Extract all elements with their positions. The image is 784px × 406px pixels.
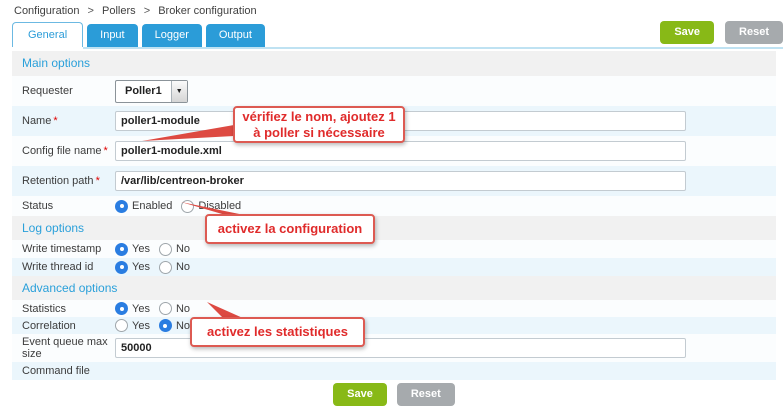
statistics-yes-radio[interactable] [115,302,128,315]
correlation-label: Correlation [22,320,115,332]
retention-path-input[interactable] [115,171,686,191]
status-label: Status [22,200,115,212]
write-thread-id-no-label: No [176,261,190,273]
broker-general-form: Main options Requester Poller1 ▼ Name* C… [12,51,776,406]
reset-button-top[interactable]: Reset [725,21,783,44]
tab-bar: General Input Logger Output Save Reset [12,23,783,49]
status-enabled-label: Enabled [132,200,172,212]
correlation-yes-label: Yes [132,320,150,332]
write-timestamp-no-label: No [176,243,190,255]
tab-output[interactable]: Output [206,24,265,47]
required-asterisk: * [96,175,100,187]
field-row-retention-path: Retention path* [12,166,776,196]
section-advanced-options: Advanced options [12,276,776,300]
write-thread-id-yes-radio[interactable] [115,261,128,274]
breadcrumb-pollers[interactable]: Pollers [102,5,136,17]
write-timestamp-label: Write timestamp [22,243,115,255]
config-file-name-input[interactable] [115,141,686,161]
write-timestamp-no-radio[interactable] [159,243,172,256]
field-row-correlation: Correlation Yes No [12,317,776,334]
requester-select[interactable]: Poller1 ▼ [115,80,188,103]
required-asterisk: * [104,145,108,157]
breadcrumb-separator: > [88,5,94,17]
annotation-enable-configuration: activez la configuration [205,214,375,244]
write-thread-id-yes-label: Yes [132,261,150,273]
statistics-no-label: No [176,303,190,315]
field-row-requester: Requester Poller1 ▼ [12,76,776,106]
field-row-status: Status Enabled Disabled [12,196,776,216]
statistics-no-radio[interactable] [159,302,172,315]
tab-logger[interactable]: Logger [142,24,202,47]
section-main-options: Main options [12,51,776,76]
write-timestamp-yes-radio[interactable] [115,243,128,256]
requester-label: Requester [22,85,115,97]
breadcrumb-separator: > [144,5,150,17]
breadcrumb-configuration[interactable]: Configuration [14,5,79,17]
annotation-verify-name: vérifiez le nom, ajoutez 1 à poller si n… [233,106,405,143]
write-thread-id-no-radio[interactable] [159,261,172,274]
annotation-enable-statistics: activez les statistiques [190,317,365,347]
field-row-event-queue-max-size: Event queue max size [12,334,776,362]
name-label: Name* [22,115,115,127]
correlation-no-label: No [176,320,190,332]
tab-input[interactable]: Input [87,24,137,47]
statistics-yes-label: Yes [132,303,150,315]
config-file-name-label: Config file name* [22,145,115,157]
breadcrumb-broker-configuration: Broker configuration [158,5,256,17]
event-queue-max-size-label: Event queue max size [22,336,115,360]
breadcrumb: Configuration > Pollers > Broker configu… [14,5,257,17]
correlation-yes-radio[interactable] [115,319,128,332]
write-thread-id-label: Write thread id [22,261,115,273]
field-row-statistics: Statistics Yes No [12,300,776,317]
correlation-no-radio[interactable] [159,319,172,332]
field-row-write-thread-id: Write thread id Yes No [12,258,776,276]
statistics-label: Statistics [22,303,115,315]
status-disabled-label: Disabled [198,200,241,212]
header-actions: Save Reset [660,21,783,47]
footer-actions: Save Reset [12,383,776,406]
status-enabled-radio[interactable] [115,200,128,213]
reset-button-bottom[interactable]: Reset [397,383,455,406]
field-row-write-timestamp: Write timestamp Yes No [12,240,776,258]
field-row-command-file: Command file [12,362,776,380]
chevron-down-icon: ▼ [171,81,187,102]
required-asterisk: * [53,115,57,127]
tab-general[interactable]: General [12,22,83,47]
requester-select-value: Poller1 [116,81,171,102]
command-file-label: Command file [22,365,115,377]
section-log-options: Log options [12,216,776,240]
write-timestamp-yes-label: Yes [132,243,150,255]
status-disabled-radio[interactable] [181,200,194,213]
retention-path-label: Retention path* [22,175,115,187]
save-button-bottom[interactable]: Save [333,383,387,406]
save-button-top[interactable]: Save [660,21,714,44]
